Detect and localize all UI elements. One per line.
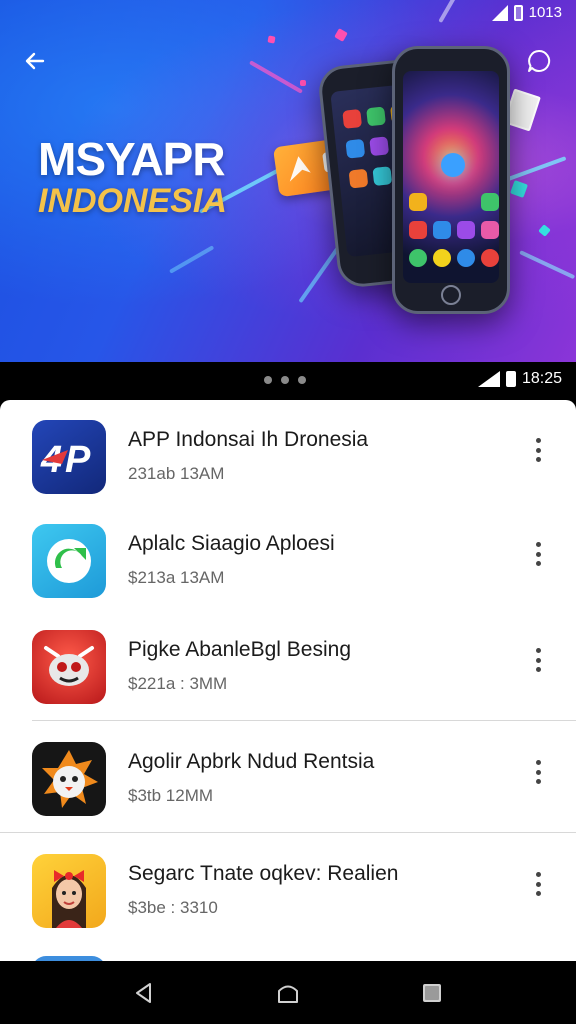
app-meta: 231ab 13AM — [128, 464, 225, 483]
red-mascot-icon — [32, 630, 106, 704]
hero-banner: 1013 MSYAPR INDONESIA 10 — [0, 0, 576, 362]
list-item[interactable]: Agolir Apbrk Ndud Rentsia $3tb 12MM — [0, 722, 576, 828]
pager-dot[interactable] — [264, 376, 272, 384]
status-time: 18:25 — [521, 370, 562, 387]
status-bar-top: 1013 — [491, 4, 562, 21]
chat-bubble-icon — [528, 49, 551, 72]
app-name: APP Indonsai Ih Dronesia — [128, 428, 369, 451]
light-streak — [249, 60, 303, 94]
signal-icon — [491, 4, 508, 21]
confetti-piece — [538, 224, 551, 237]
app-name: Segarc Tnate oqkev: Realien — [128, 862, 399, 885]
triangle-back-icon — [136, 983, 151, 1003]
chat-button[interactable] — [524, 46, 554, 76]
banner-subtitle: INDONESIA — [38, 182, 227, 220]
svg-text:P: P — [65, 439, 91, 481]
nav-recents-button[interactable] — [418, 979, 446, 1007]
light-streak — [519, 250, 576, 280]
nav-home-button[interactable] — [274, 979, 302, 1007]
list-item[interactable]: 4 P APP Indonsai Ih Dronesia 231ab 13AM — [0, 400, 576, 506]
list-item[interactable]: Pigke AbanleBgl Besing $221a : 3MM — [0, 610, 576, 716]
app-meta: $213a 13AM — [128, 568, 225, 587]
arrow-left-icon — [25, 52, 45, 70]
app-meta: $3tb 12MM — [128, 786, 214, 805]
pager-dot[interactable] — [281, 376, 289, 384]
confetti-piece — [267, 35, 276, 44]
battery-icon — [513, 4, 523, 21]
confetti-piece — [334, 28, 348, 42]
signal-icon — [477, 371, 500, 387]
app-list: 4 P APP Indonsai Ih Dronesia 231ab 13AM … — [0, 400, 576, 961]
confetti-piece — [300, 80, 306, 86]
more-options-button[interactable] — [526, 868, 550, 900]
back-button[interactable] — [20, 46, 50, 76]
light-streak — [438, 0, 467, 23]
penguin-badge-icon — [32, 742, 106, 816]
app-name: Pigke AbanleBgl Besing — [128, 638, 351, 661]
light-streak — [169, 245, 215, 274]
status-strip: 18:25 — [0, 362, 576, 400]
more-options-button[interactable] — [526, 434, 550, 466]
list-divider — [0, 832, 576, 833]
star-arrow-icon — [289, 156, 311, 182]
app-name: Aplalc Siaagio Aploesi — [128, 532, 335, 555]
banner-title: MSYAPR — [38, 133, 226, 185]
home-icon — [278, 985, 298, 1003]
4p-logo-icon: 4 P — [32, 420, 106, 494]
pager-dot[interactable] — [298, 376, 306, 384]
status-bar: 18:25 — [477, 370, 562, 388]
app-meta: $221a : 3MM — [128, 674, 228, 693]
more-options-button[interactable] — [526, 538, 550, 570]
pager-dots — [264, 376, 306, 384]
girl-avatar-icon — [32, 854, 106, 928]
more-options-button[interactable] — [526, 644, 550, 676]
confetti-piece — [510, 180, 528, 198]
app-meta: $3be : 3310 — [128, 898, 218, 917]
system-nav-bar — [0, 961, 576, 1024]
list-divider — [32, 720, 576, 721]
list-item[interactable]: Segarc Tnate oqkev: Realien $3be : 3310 — [0, 834, 576, 940]
battery-icon — [505, 371, 516, 387]
more-options-button[interactable] — [526, 756, 550, 788]
list-item[interactable]: Aplalc Siaagio Aploesi $213a 13AM — [0, 504, 576, 610]
green-arrow-icon — [32, 524, 106, 598]
square-recents-icon — [423, 984, 441, 1002]
phone-image-front — [392, 46, 510, 314]
status-time: 1013 — [528, 4, 562, 21]
nav-back-button[interactable] — [130, 979, 158, 1007]
app-name: Agolir Apbrk Ndud Rentsia — [128, 750, 375, 773]
